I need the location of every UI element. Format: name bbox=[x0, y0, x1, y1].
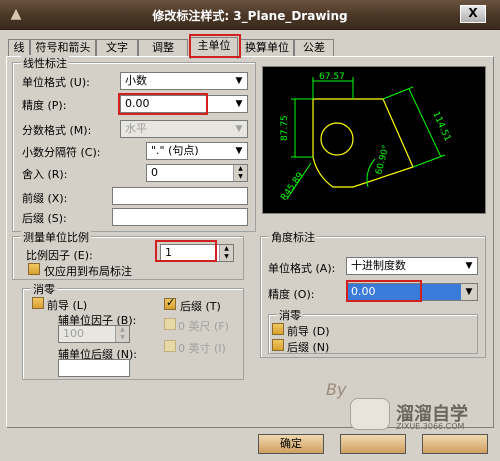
round-off-value: 0 bbox=[151, 166, 158, 179]
close-button[interactable]: X bbox=[460, 5, 486, 23]
cancel-button[interactable] bbox=[340, 434, 406, 454]
round-off-label: 舍入 (R): bbox=[22, 168, 68, 181]
spinner-icon[interactable]: ▲ ▼ bbox=[219, 245, 233, 261]
layout-only-checkbox[interactable] bbox=[28, 263, 40, 275]
chevron-down-icon: ▼ bbox=[235, 99, 243, 109]
chevron-down-icon: ▼ bbox=[235, 76, 243, 86]
leading-label: 前导 (L) bbox=[47, 299, 88, 312]
angular-trailing-label: 后缀 (N) bbox=[287, 341, 330, 354]
angular-group-title: 角度标注 bbox=[269, 229, 317, 245]
angular-leading-label: 前导 (D) bbox=[287, 325, 330, 338]
fraction-format-value: 水平 bbox=[125, 122, 147, 135]
tab-highlight bbox=[189, 34, 241, 58]
leading-checkbox[interactable] bbox=[32, 297, 44, 309]
unit-format-value: 小数 bbox=[125, 74, 147, 87]
dim-right-text: 114.51 bbox=[430, 110, 452, 143]
spinner-icon[interactable]: ▲ ▼ bbox=[233, 165, 247, 181]
feet-checkbox[interactable] bbox=[164, 318, 176, 330]
suffix-label: 后缀 (S): bbox=[22, 212, 67, 225]
title-bar: ▲ 修改标注样式: 3_Plane_Drawing X bbox=[0, 0, 500, 30]
tab-alternate-units[interactable]: 换算单位 bbox=[240, 39, 294, 57]
brand-logo-icon bbox=[350, 398, 390, 430]
preview-drawing: 67.57 87.75 114.51 60.90° R45.89 bbox=[279, 72, 452, 203]
angular-unit-format-value: 十进制度数 bbox=[351, 259, 406, 272]
fraction-format-label: 分数格式 (M): bbox=[22, 124, 92, 137]
tab-text[interactable]: 文字 bbox=[96, 39, 138, 57]
chevron-down-icon: ▼ bbox=[235, 146, 243, 156]
unit-format-select[interactable]: 小数 ▼ bbox=[120, 72, 248, 90]
chevron-down-icon: ▼ bbox=[235, 124, 243, 134]
fraction-format-select[interactable]: 水平 ▼ bbox=[120, 120, 248, 138]
prefix-input[interactable] bbox=[112, 187, 248, 205]
precision-label: 精度 (P): bbox=[22, 99, 67, 112]
round-off-input[interactable]: 0 ▲ ▼ bbox=[146, 164, 248, 182]
window-title: 修改标注样式: 3_Plane_Drawing bbox=[152, 9, 348, 23]
tab-fit[interactable]: 调整 bbox=[138, 39, 188, 57]
ok-button[interactable]: 确定 bbox=[258, 434, 324, 454]
dim-top-text: 67.57 bbox=[319, 72, 345, 82]
sub-unit-factor-value: 100 bbox=[63, 327, 84, 340]
preview-pane: 67.57 87.75 114.51 60.90° R45.89 bbox=[262, 66, 486, 214]
linear-group-title: 线性标注 bbox=[21, 55, 69, 71]
preview-circle bbox=[320, 122, 354, 156]
angular-trailing-checkbox[interactable] bbox=[272, 339, 284, 351]
preview-shape bbox=[312, 98, 414, 188]
decimal-separator-value: "." (句点) bbox=[151, 144, 199, 157]
angular-precision-highlight bbox=[346, 280, 422, 302]
trailing-label: 后缀 (T) bbox=[180, 300, 221, 313]
decimal-separator-label: 小数分隔符 (C): bbox=[22, 146, 101, 159]
dim-radius-text: R45.89 bbox=[279, 171, 306, 203]
signature-watermark: By bbox=[326, 380, 347, 399]
trailing-checkbox[interactable] bbox=[164, 296, 176, 310]
angular-precision-label: 精度 (O): bbox=[268, 288, 315, 301]
chevron-down-icon: ▼ bbox=[461, 284, 477, 300]
dim-angle-text: 60.90° bbox=[374, 144, 391, 176]
angular-unit-format-select[interactable]: 十进制度数 ▼ bbox=[346, 257, 478, 275]
prefix-label: 前缀 (X): bbox=[22, 192, 68, 205]
inch-checkbox[interactable] bbox=[164, 340, 176, 352]
zero-linear-title: 消零 bbox=[31, 281, 57, 297]
feet-label: 0 英尺 (F) bbox=[178, 320, 229, 333]
angular-leading-checkbox[interactable] bbox=[272, 323, 284, 335]
brand-url: ZIXUE.3066.COM bbox=[396, 422, 465, 431]
help-button[interactable] bbox=[422, 434, 488, 454]
sub-unit-suffix-input[interactable] bbox=[58, 359, 130, 377]
angular-unit-format-label: 单位格式 (A): bbox=[268, 262, 336, 275]
precision-highlight bbox=[118, 93, 208, 115]
scale-group-title: 测量单位比例 bbox=[21, 229, 91, 245]
zero-angular-title: 消零 bbox=[277, 307, 303, 323]
decimal-separator-select[interactable]: "." (句点) ▼ bbox=[146, 142, 248, 160]
sub-unit-factor-input[interactable]: 100 ▲ ▼ bbox=[58, 325, 130, 343]
inch-label: 0 英寸 (I) bbox=[178, 342, 226, 355]
scale-factor-highlight bbox=[155, 240, 217, 262]
scale-factor-label: 比例因子 (E): bbox=[26, 249, 93, 262]
suffix-input[interactable] bbox=[112, 208, 248, 226]
unit-format-label: 单位格式 (U): bbox=[22, 76, 90, 89]
spinner-icon[interactable]: ▲ ▼ bbox=[115, 326, 129, 342]
layout-only-label: 仅应用到布局标注 bbox=[44, 265, 132, 278]
chevron-down-icon: ▼ bbox=[465, 261, 473, 271]
tab-tolerances[interactable]: 公差 bbox=[294, 39, 334, 57]
dim-left-text: 87.75 bbox=[280, 115, 290, 141]
